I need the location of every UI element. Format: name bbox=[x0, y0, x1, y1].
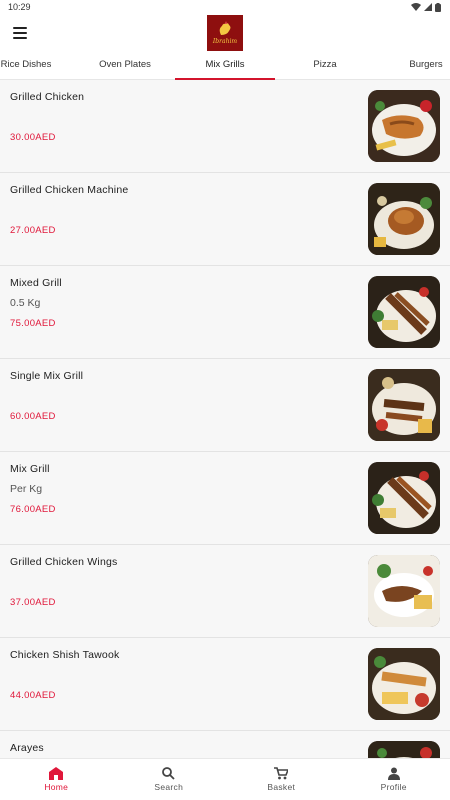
nav-basket[interactable]: Basket bbox=[225, 759, 338, 800]
nav-label: Profile bbox=[380, 782, 407, 792]
tab-rice-dishes[interactable]: Rice Dishes bbox=[0, 56, 52, 80]
tab-mix-grills[interactable]: Mix Grills bbox=[175, 56, 275, 80]
item-description: 0.5 Kg bbox=[10, 297, 41, 309]
item-name: Single Mix Grill bbox=[10, 370, 84, 382]
category-tabs: Rice Dishes Oven Plates Mix Grills Pizza… bbox=[0, 56, 450, 80]
menu-item[interactable]: Grilled Chicken Machine 27.00AED bbox=[0, 173, 450, 266]
wifi-icon bbox=[411, 3, 421, 11]
menu-item[interactable]: Grilled Chicken 30.00AED bbox=[0, 80, 450, 173]
item-price: 75.00AED bbox=[10, 318, 56, 329]
item-photo bbox=[368, 462, 440, 534]
nav-label: Search bbox=[154, 782, 184, 792]
item-photo bbox=[368, 555, 440, 627]
tab-oven-plates[interactable]: Oven Plates bbox=[92, 56, 158, 80]
item-photo bbox=[368, 183, 440, 255]
item-name: Chicken Shish Tawook bbox=[10, 649, 120, 661]
search-icon bbox=[162, 767, 175, 780]
menu-item[interactable]: Mixed Grill 0.5 Kg 75.00AED bbox=[0, 266, 450, 359]
restaurant-logo: Ibrahim bbox=[207, 15, 243, 51]
bottom-navigation: Home Search Basket Profile bbox=[0, 758, 450, 800]
app-header: Ibrahim bbox=[0, 14, 450, 56]
item-photo bbox=[368, 369, 440, 441]
item-photo bbox=[368, 276, 440, 348]
item-name: Grilled Chicken Wings bbox=[10, 556, 118, 568]
menu-item[interactable]: Mix Grill Per Kg 76.00AED bbox=[0, 452, 450, 545]
item-description: Per Kg bbox=[10, 483, 43, 495]
nav-profile[interactable]: Profile bbox=[338, 759, 450, 800]
item-photo bbox=[368, 648, 440, 720]
hamburger-line bbox=[13, 37, 27, 39]
item-price: 37.00AED bbox=[10, 597, 56, 608]
tab-burgers[interactable]: Burgers bbox=[402, 56, 450, 80]
nav-home[interactable]: Home bbox=[0, 759, 113, 800]
cart-icon bbox=[274, 767, 289, 780]
status-time: 10:29 bbox=[8, 2, 31, 12]
nav-search[interactable]: Search bbox=[113, 759, 226, 800]
status-bar: 10:29 bbox=[0, 0, 450, 14]
home-icon bbox=[49, 767, 64, 780]
item-name: Mixed Grill bbox=[10, 277, 62, 289]
battery-icon bbox=[435, 2, 441, 12]
menu-item[interactable]: Chicken Shish Tawook 44.00AED bbox=[0, 638, 450, 731]
rooster-icon bbox=[219, 21, 231, 35]
logo-wordmark: Ibrahim bbox=[212, 38, 238, 45]
item-photo bbox=[368, 741, 440, 758]
signal-icon bbox=[424, 3, 432, 11]
hamburger-line bbox=[13, 32, 27, 34]
menu-item[interactable]: Single Mix Grill 60.00AED bbox=[0, 359, 450, 452]
item-name: Grilled Chicken bbox=[10, 91, 85, 103]
item-name: Arayes bbox=[10, 742, 44, 754]
hamburger-line bbox=[13, 27, 27, 29]
item-price: 60.00AED bbox=[10, 411, 56, 422]
menu-button[interactable] bbox=[12, 26, 28, 40]
item-name: Grilled Chicken Machine bbox=[10, 184, 129, 196]
item-photo bbox=[368, 90, 440, 162]
menu-item[interactable]: Arayes bbox=[0, 731, 450, 758]
item-price: 30.00AED bbox=[10, 132, 56, 143]
item-name: Mix Grill bbox=[10, 463, 50, 475]
nav-label: Basket bbox=[267, 782, 296, 792]
item-price: 76.00AED bbox=[10, 504, 56, 515]
profile-icon bbox=[387, 767, 400, 780]
tab-pizza[interactable]: Pizza bbox=[305, 56, 345, 80]
menu-item-list[interactable]: Grilled Chicken 30.00AED Grilled Chicken… bbox=[0, 80, 450, 758]
nav-label: Home bbox=[44, 782, 69, 792]
menu-item[interactable]: Grilled Chicken Wings 37.00AED bbox=[0, 545, 450, 638]
item-price: 44.00AED bbox=[10, 690, 56, 701]
status-icons bbox=[411, 2, 441, 12]
item-price: 27.00AED bbox=[10, 225, 56, 236]
